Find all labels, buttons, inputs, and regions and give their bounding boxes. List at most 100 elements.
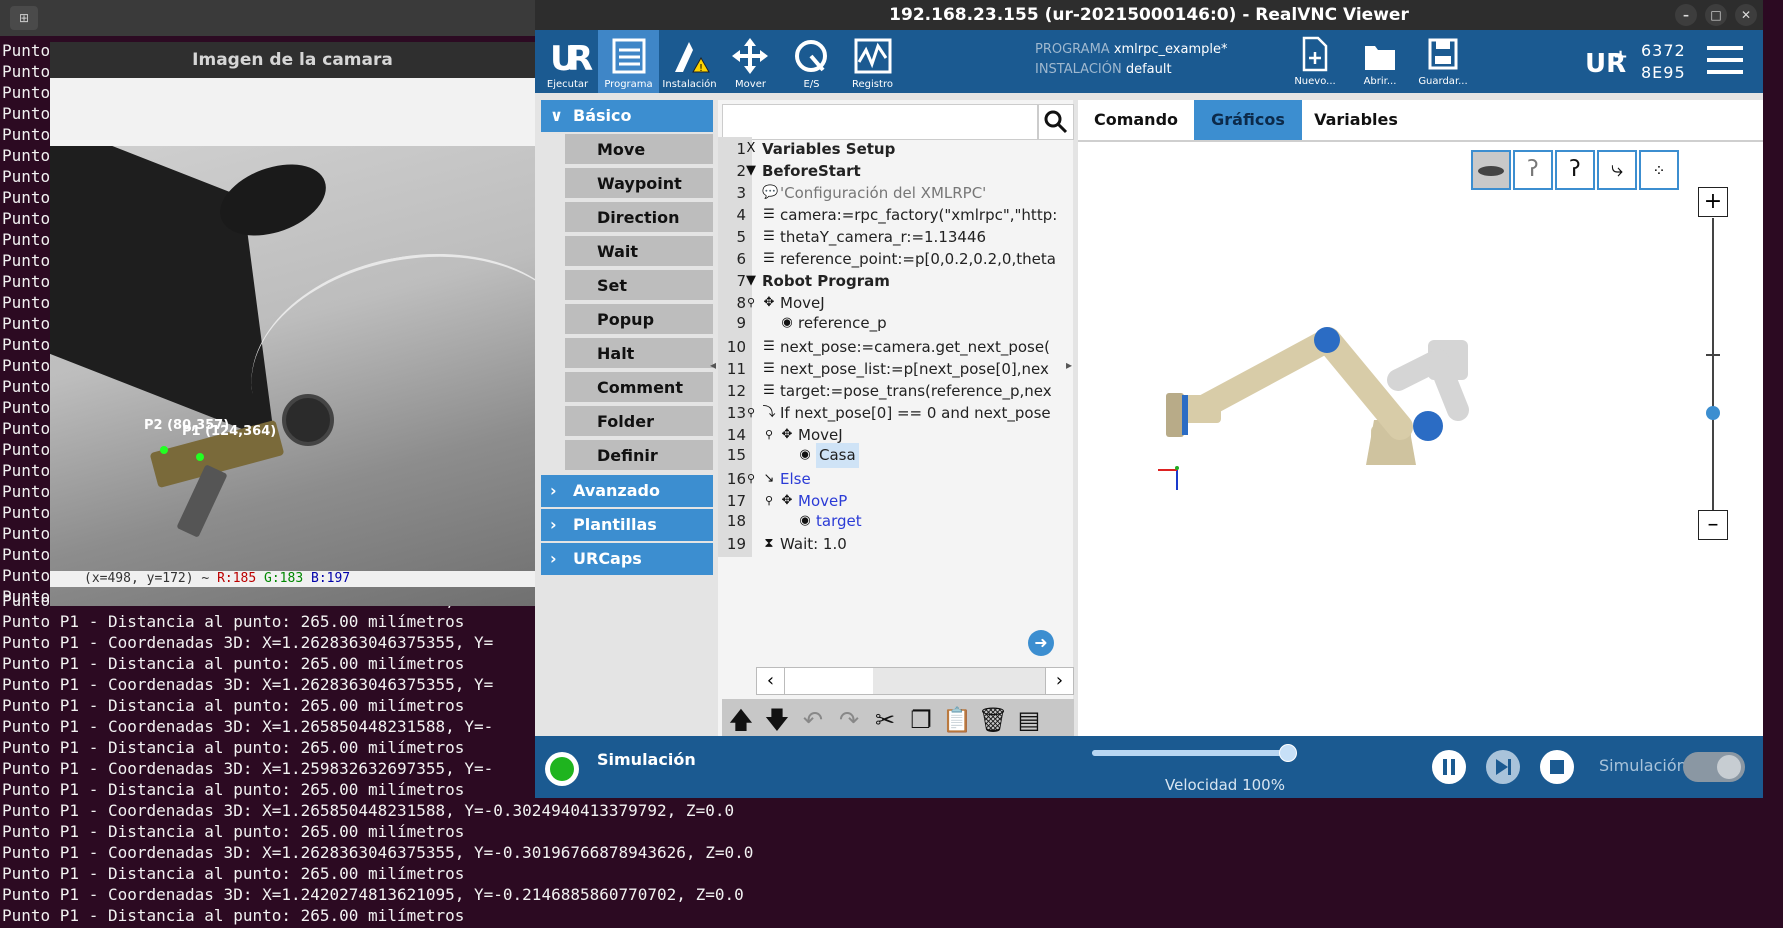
cut-icon[interactable]: ✂	[870, 705, 900, 735]
view-front-button[interactable]: ʔ	[1513, 150, 1553, 190]
ur-header: UR Ejecutar Programa ! Instalación Mover…	[535, 30, 1763, 93]
terminal-line: Punto	[2, 251, 51, 270]
breakpoint-pin-icon[interactable]: ⚲	[744, 406, 758, 420]
command-item[interactable]: Move	[565, 134, 713, 166]
breakpoint-pin-icon[interactable]: ⚲	[744, 296, 758, 310]
tab-registro[interactable]: Registro	[842, 30, 903, 93]
tab-comando[interactable]: Comando	[1078, 100, 1194, 140]
tab-graficos[interactable]: Gráficos	[1194, 100, 1302, 140]
category-plantillas[interactable]: › Plantillas	[541, 509, 713, 541]
category-urcaps[interactable]: › URCaps	[541, 543, 713, 575]
redo-icon[interactable]: ↷	[834, 705, 864, 735]
view-path-icon: ⤷	[1610, 157, 1624, 182]
view-top-button[interactable]	[1471, 150, 1511, 190]
expand-panel-handle[interactable]: ▸	[1066, 358, 1076, 376]
ur-body: ∨ Básico Move Waypoint Direction Wait Set Pop…	[535, 93, 1763, 741]
undo-icon[interactable]: ↶	[798, 705, 828, 735]
view-waypoints-button[interactable]: ⁘	[1639, 150, 1679, 190]
step-icon	[1496, 759, 1508, 775]
hamburger-menu-icon[interactable]	[1707, 44, 1743, 74]
stop-button[interactable]	[1540, 750, 1574, 784]
minimize-icon[interactable]: –	[1675, 4, 1697, 26]
scroll-right-button[interactable]: ›	[1045, 668, 1073, 694]
command-item[interactable]: Halt	[565, 338, 713, 370]
speed-slider-handle[interactable]	[1279, 744, 1297, 762]
zoom-slider-handle[interactable]	[1706, 406, 1720, 420]
command-item[interactable]: Waypoint	[565, 168, 713, 200]
move-down-icon[interactable]: 🡇	[762, 705, 792, 735]
chevron-right-icon: ›	[550, 549, 557, 568]
tab-programa-label: Programa	[604, 79, 653, 90]
line-number: 19	[726, 535, 746, 553]
category-avanzado[interactable]: › Avanzado	[541, 475, 713, 507]
tree-line[interactable]: 9 ◉ reference_p	[718, 311, 1073, 336]
keychain-shape	[282, 394, 334, 446]
command-item[interactable]: Wait	[565, 236, 713, 268]
vnc-window: 192.168.23.155 (ur-20215000146:0) - Real…	[535, 0, 1763, 798]
breakpoint-pin-icon[interactable]: ⚲	[762, 428, 776, 442]
command-item[interactable]: Set	[565, 270, 713, 302]
command-item[interactable]: Folder	[565, 406, 713, 438]
tab-ejecutar[interactable]: UR Ejecutar	[537, 30, 598, 93]
search-button[interactable]	[1038, 104, 1074, 140]
tree-line[interactable]: 18 ◉ target	[718, 509, 1073, 534]
scroll-thumb[interactable]	[873, 668, 1045, 694]
svg-text:R: R	[567, 39, 593, 76]
node-type-icon: ☰	[763, 361, 775, 376]
copy-icon[interactable]: ❐	[906, 705, 936, 735]
move-arrows-icon	[732, 38, 768, 74]
new-tab-icon[interactable]: ⊞	[10, 6, 38, 30]
suppress-icon[interactable]: ▤	[1014, 705, 1044, 735]
command-item[interactable]: Definir carga	[565, 440, 713, 497]
tab-es[interactable]: E/S	[781, 30, 842, 93]
view-path-button[interactable]: ⤷	[1597, 150, 1637, 190]
command-item[interactable]: Popup	[565, 304, 713, 336]
simulation-toggle[interactable]	[1683, 752, 1745, 782]
view-side-button[interactable]: ʔ	[1555, 150, 1595, 190]
terminal-line: Punto	[2, 440, 51, 459]
tab-variables[interactable]: Variables	[1302, 100, 1410, 140]
svg-text:+: +	[1613, 46, 1627, 67]
terminal-line: Punto P1 - Distancia al punto: 265.00 mi…	[2, 654, 465, 673]
zoom-out-button[interactable]: –	[1698, 510, 1728, 540]
terminal-line: Punto	[2, 230, 51, 249]
tab-instalacion[interactable]: ! Instalación	[659, 30, 720, 93]
scroll-left-button[interactable]: ‹	[757, 668, 785, 694]
instalacion-value: default	[1125, 62, 1172, 77]
new-program-button[interactable]: Nuevo...	[1285, 34, 1345, 92]
tab-programa[interactable]: Programa	[598, 30, 659, 93]
breakpoint-pin-icon[interactable]: ⚲	[762, 494, 776, 508]
node-type-icon: ▼	[746, 163, 756, 178]
zoom-slider-track[interactable]	[1712, 218, 1714, 510]
open-program-button[interactable]: Abrir...	[1350, 34, 1410, 92]
zoom-in-button[interactable]: +	[1698, 187, 1728, 217]
tree-line[interactable]: 15 ◉ Casa	[718, 443, 1073, 468]
paste-icon[interactable]: 📋	[942, 705, 972, 735]
tab-ejecutar-label: Ejecutar	[546, 79, 589, 90]
close-icon[interactable]: ✕	[1735, 4, 1757, 26]
tree-horizontal-scrollbar[interactable]: ‹ ›	[756, 667, 1074, 695]
pause-button[interactable]	[1432, 750, 1466, 784]
next-arrow-button[interactable]: ➜	[1028, 630, 1054, 656]
command-item[interactable]: Direction	[565, 202, 713, 234]
category-basico[interactable]: ∨ Básico	[541, 100, 713, 132]
delete-icon[interactable]: 🗑	[978, 705, 1008, 735]
node-type-icon: ☰	[763, 251, 775, 266]
search-input[interactable]	[722, 104, 1038, 140]
pixel-r-value: R:185	[217, 571, 257, 586]
node-type-icon: ⤵	[762, 405, 776, 420]
point-p1-marker	[196, 453, 204, 461]
tab-mover-label: Mover	[735, 79, 766, 90]
breakpoint-pin-icon[interactable]: ⚲	[744, 472, 758, 486]
maximize-icon[interactable]: □	[1705, 4, 1727, 26]
node-type-icon: ☰	[763, 383, 775, 398]
tab-mover[interactable]: Mover	[720, 30, 781, 93]
save-program-label: Guardar...	[1418, 76, 1468, 87]
tree-line[interactable]: 19 ⧗ Wait: 1.0	[718, 532, 1073, 557]
command-item[interactable]: Comment	[565, 372, 713, 404]
collapse-panel-handle[interactable]: ◂	[710, 358, 720, 376]
category-urcaps-label: URCaps	[573, 549, 642, 568]
save-program-button[interactable]: Guardar...	[1413, 34, 1473, 92]
step-button[interactable]	[1486, 750, 1520, 784]
move-up-icon[interactable]: 🡅	[726, 705, 756, 735]
